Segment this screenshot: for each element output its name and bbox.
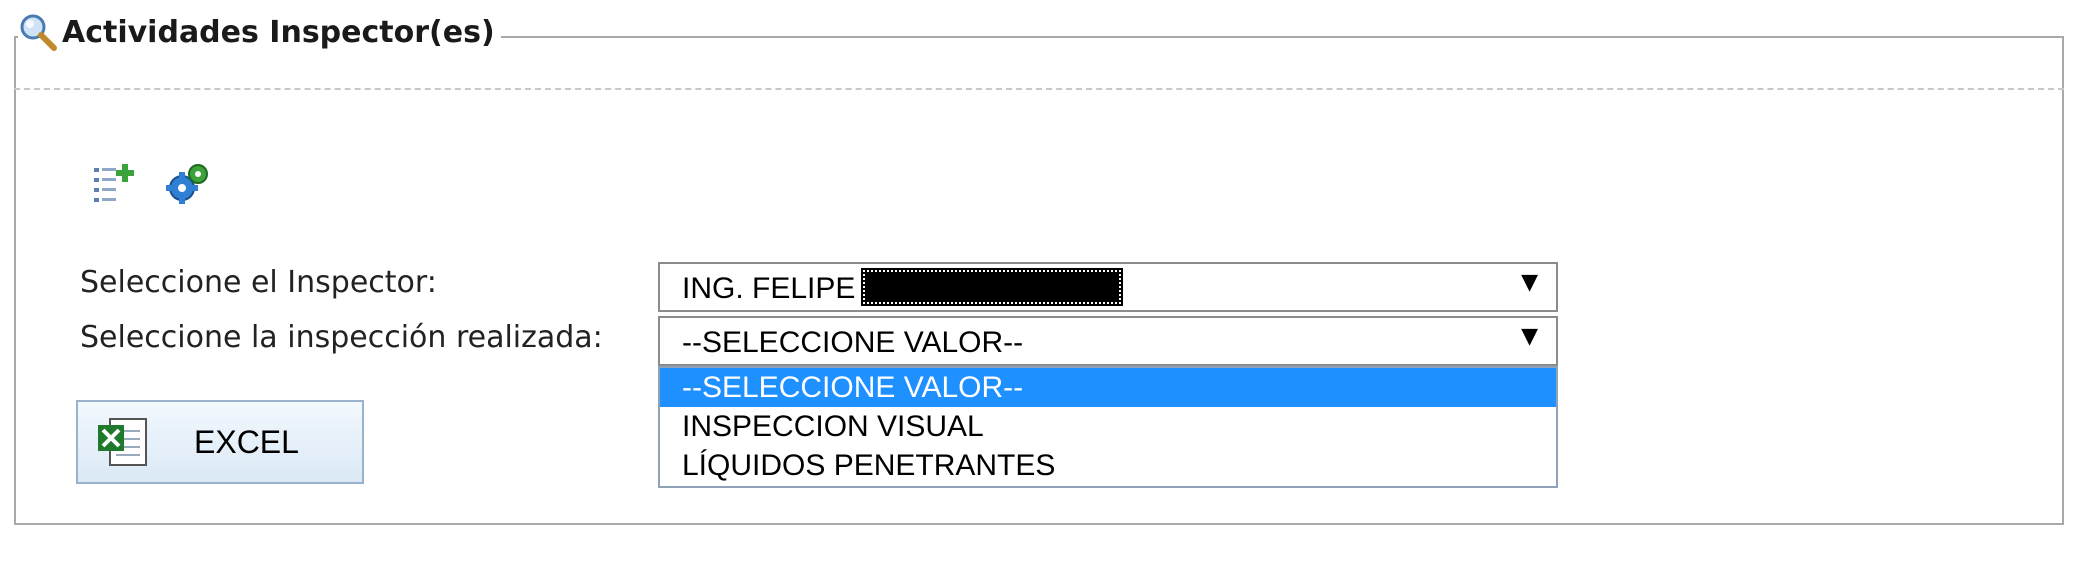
- magnifier-icon: [20, 14, 57, 51]
- dropdown-option[interactable]: LÍQUIDOS PENETRANTES: [660, 446, 1556, 485]
- add-list-icon[interactable]: [92, 160, 140, 208]
- inspection-value: --SELECCIONE VALOR--: [682, 326, 1024, 359]
- chevron-down-icon: ▼: [1521, 324, 1538, 349]
- inspection-select[interactable]: --SELECCIONE VALOR-- ▼: [658, 316, 1558, 366]
- excel-button-label: EXCEL: [194, 423, 299, 460]
- chevron-down-icon: ▼: [1521, 270, 1538, 295]
- separator: [14, 88, 2064, 90]
- dropdown-option[interactable]: --SELECCIONE VALOR--: [660, 368, 1556, 407]
- excel-icon: [98, 418, 147, 466]
- inspection-dropdown-list: --SELECCIONE VALOR-- INSPECCION VISUAL L…: [658, 366, 1558, 488]
- settings-gears-icon[interactable]: [164, 160, 212, 208]
- inspector-value: ING. FELIPE: [682, 268, 1124, 307]
- inspector-select[interactable]: ING. FELIPE ▼: [658, 262, 1558, 312]
- inspector-label: Seleccione el Inspector:: [80, 265, 437, 300]
- excel-button[interactable]: EXCEL: [76, 400, 364, 484]
- inspection-label: Seleccione la inspección realizada:: [80, 320, 603, 355]
- panel-legend: Actividades Inspector(es): [18, 10, 501, 54]
- toolbar: [92, 160, 212, 208]
- dropdown-option[interactable]: INSPECCION VISUAL: [660, 407, 1556, 446]
- panel-title: Actividades Inspector(es): [62, 14, 495, 50]
- redacted-block: [861, 268, 1124, 307]
